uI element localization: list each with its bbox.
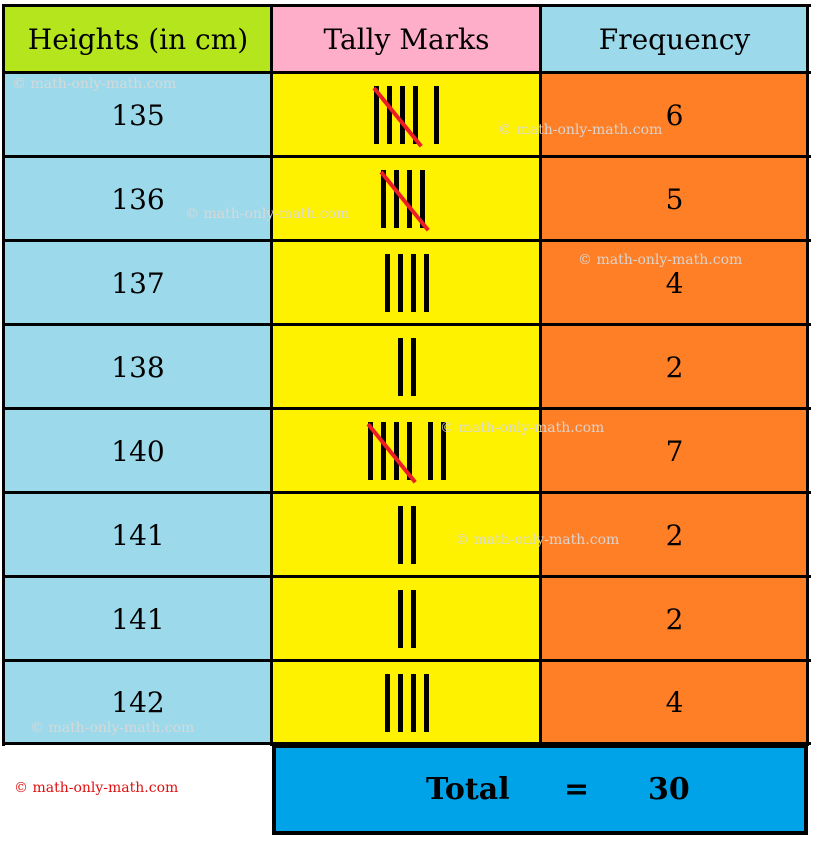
frequency-value: 2	[665, 602, 684, 636]
grid-line	[2, 4, 5, 746]
grid-line	[3, 239, 811, 242]
watermark: © math-only-math.com	[185, 206, 350, 222]
height-cell: 137	[4, 241, 272, 325]
tally-marks	[397, 338, 416, 396]
height-value: 140	[111, 434, 165, 468]
grid-line	[3, 323, 811, 326]
grid-line	[3, 575, 811, 578]
header-cell: Tally Marks	[272, 6, 541, 73]
watermark: © math-only-math.com	[30, 720, 195, 736]
tally-stroke	[397, 590, 403, 648]
watermark: © math-only-math.com	[455, 532, 620, 548]
height-value: 137	[111, 266, 165, 300]
tally-stroke	[384, 254, 390, 312]
total-row: Total = 30	[272, 744, 808, 835]
tally-cell	[272, 577, 541, 661]
frequency-value: 7	[665, 434, 684, 468]
tally-cell	[272, 241, 541, 325]
frequency-value: 5	[665, 182, 684, 216]
grid-line	[3, 4, 811, 7]
frequency-value: 6	[665, 98, 684, 132]
tally-marks	[384, 673, 429, 732]
height-value: 135	[111, 98, 165, 132]
grid-line	[270, 4, 273, 746]
height-cell: 140	[4, 409, 272, 493]
frequency-value: 2	[665, 518, 684, 552]
tally-marks	[384, 254, 429, 312]
tally-stroke	[410, 254, 416, 312]
tally-stroke	[393, 422, 399, 480]
height-value: 136	[111, 182, 165, 216]
tally-cell	[272, 157, 541, 241]
height-cell: 136	[4, 157, 272, 241]
tally-stroke	[423, 673, 429, 732]
tally-marks	[372, 86, 439, 148]
frequency-cell: 2	[541, 325, 808, 409]
frequency-cell: 4	[541, 661, 808, 744]
tally-stroke	[410, 673, 416, 732]
tally-stroke	[393, 170, 399, 228]
grid-line	[539, 4, 542, 746]
tally-marks	[397, 590, 416, 648]
tally-cell	[272, 325, 541, 409]
tally-marks	[378, 170, 433, 232]
tally-stroke	[434, 86, 439, 144]
tally-stroke	[410, 506, 416, 564]
total-value: 30	[648, 772, 690, 807]
height-value: 141	[111, 518, 165, 552]
grid-line	[3, 155, 811, 158]
total-label: Total	[426, 772, 510, 807]
grid-line	[806, 4, 809, 746]
tally-stroke	[384, 673, 390, 732]
height-value: 138	[111, 350, 165, 384]
frequency-cell: 2	[541, 577, 808, 661]
height-cell: 141	[4, 577, 272, 661]
tally-stroke	[400, 86, 405, 144]
tally-stroke	[380, 422, 386, 480]
frequency-cell: 6	[541, 73, 808, 157]
header-cell: Heights (in cm)	[4, 6, 272, 73]
tally-stroke	[410, 590, 416, 648]
watermark: © math-only-math.com	[498, 122, 663, 138]
header-label: Heights (in cm)	[27, 23, 249, 56]
grid-line	[3, 659, 811, 662]
tally-stroke	[427, 422, 433, 480]
tally-marks	[365, 422, 446, 484]
watermark: © math-only-math.com	[12, 76, 177, 92]
frequency-value: 2	[665, 350, 684, 384]
watermark: © math-only-math.com	[440, 420, 605, 436]
tally-stroke	[406, 170, 412, 228]
tally-stroke	[397, 506, 403, 564]
watermark: © math-only-math.com	[578, 252, 743, 268]
frequency-cell: 5	[541, 157, 808, 241]
total-equals: =	[564, 772, 590, 807]
header-cell: Frequency	[541, 6, 808, 73]
height-cell: 138	[4, 325, 272, 409]
tally-stroke	[423, 254, 429, 312]
frequency-value: 4	[665, 686, 684, 719]
header-label: Tally Marks	[323, 23, 490, 56]
tally-stroke	[397, 254, 403, 312]
tally-cell	[272, 661, 541, 744]
tally-stroke	[397, 338, 403, 396]
height-value: 142	[111, 686, 165, 719]
frequency-value: 4	[665, 266, 684, 300]
height-cell: 141	[4, 493, 272, 577]
tally-stroke	[397, 673, 403, 732]
grid-line	[3, 407, 811, 410]
tally-stroke	[410, 338, 416, 396]
tally-stroke	[387, 86, 392, 144]
header-label: Frequency	[598, 23, 751, 56]
copyright-credit: © math-only-math.com	[14, 780, 179, 796]
height-value: 141	[111, 602, 165, 636]
tally-cell	[272, 73, 541, 157]
grid-line	[3, 491, 811, 494]
grid-line	[3, 71, 811, 74]
tally-marks	[397, 506, 416, 564]
